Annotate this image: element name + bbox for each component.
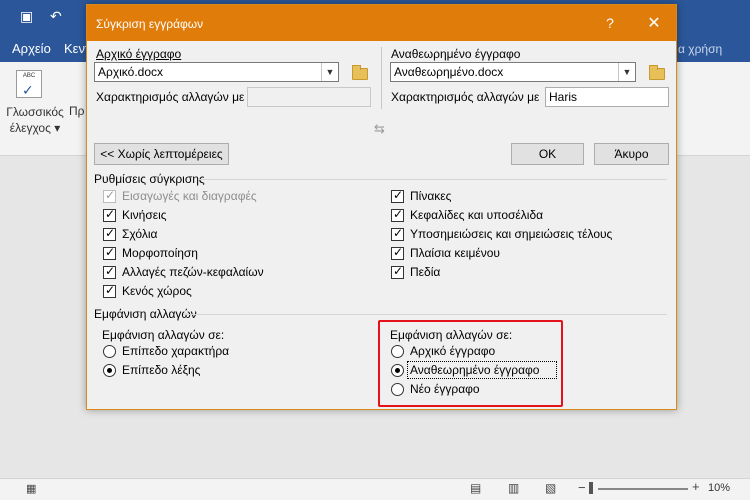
checkmark-icon: ✓ <box>105 188 116 202</box>
checkmark-icon: ✓ <box>393 207 404 221</box>
radio-label[interactable]: Επίπεδο χαρακτήρα <box>122 344 229 358</box>
zoom-out-icon[interactable]: − <box>578 480 586 495</box>
revised-label-changes-label: Χαρακτηρισμός αλλαγών με <box>391 90 540 104</box>
checkbox-label[interactable]: Μορφοποίηση <box>122 246 198 260</box>
checkbox[interactable]: ✓ <box>103 207 116 222</box>
checkbox-label[interactable]: Σχόλια <box>122 227 157 241</box>
checkmark-icon: ✓ <box>22 82 34 98</box>
read-mode-icon[interactable]: ▤ <box>470 481 481 495</box>
checkmark-icon: ✓ <box>105 226 116 240</box>
checkbox-label: Εισαγωγές και διαγραφές <box>122 189 257 203</box>
checkmark-icon: ✓ <box>393 226 404 240</box>
cancel-button[interactable]: Άκυρο <box>594 143 669 165</box>
revised-document-combo[interactable]: Αναθεωρημένο.docx ▼ <box>390 62 636 82</box>
checkbox[interactable]: ✓ <box>103 264 116 279</box>
print-layout-icon[interactable]: ▥ <box>508 481 519 495</box>
radio-button[interactable] <box>103 345 116 358</box>
checkbox-label[interactable]: Πεδία <box>410 265 440 279</box>
checkmark-icon: ✓ <box>393 264 404 278</box>
divider <box>199 179 667 180</box>
zoom-slider-thumb[interactable] <box>589 482 593 494</box>
spelling-grammar-button[interactable]: Γλωσσικός έλεγχος ▾ <box>4 104 66 136</box>
menu-file[interactable]: Αρχείο <box>12 41 51 56</box>
checkmark-icon: ✓ <box>393 188 404 202</box>
save-icon[interactable]: ▣ <box>20 8 33 25</box>
divider <box>183 314 667 315</box>
checkbox-label[interactable]: Πλαίσια κειμένου <box>410 246 500 260</box>
help-button[interactable]: ? <box>602 15 618 31</box>
checkbox[interactable]: ✓ <box>391 226 404 241</box>
checkbox-label[interactable]: Πίνακες <box>410 189 451 203</box>
checkmark-icon: ✓ <box>105 264 116 278</box>
original-document-value: Αρχικό.docx <box>98 65 164 79</box>
checkbox[interactable]: ✓ <box>103 245 116 260</box>
tell-me-box[interactable]: α χρήση <box>678 42 722 56</box>
checkbox-label[interactable]: Αλλαγές πεζών-κεφαλαίων <box>122 265 264 279</box>
spelling-grammar-label: Γλωσσικός έλεγχος <box>6 105 64 135</box>
ribbon-partial-label: Πρ <box>69 104 85 118</box>
less-details-button[interactable]: << Χωρίς λεπτομέρειες <box>94 143 229 165</box>
revised-document-label: Αναθεωρημένο έγγραφο <box>391 47 520 61</box>
ok-button[interactable]: OK <box>511 143 584 165</box>
checkbox-label[interactable]: Κενός χώρος <box>122 284 192 298</box>
zoom-level[interactable]: 10% <box>708 482 730 494</box>
zoom-slider-track[interactable] <box>598 488 688 490</box>
show-changes-level-label: Εμφάνιση αλλαγών σε: <box>102 328 225 342</box>
show-changes-title: Εμφάνιση αλλαγών <box>94 307 197 321</box>
undo-icon[interactable]: ↶ <box>50 8 62 25</box>
checkbox-label[interactable]: Κεφαλίδες και υποσέλιδα <box>410 208 543 222</box>
revised-label-changes-field[interactable]: Haris <box>545 87 669 107</box>
revised-document-label-text: Αναθεωρημένο έγγραφο <box>391 47 521 61</box>
chevron-down-icon[interactable]: ▼ <box>321 63 338 81</box>
original-document-combo[interactable]: Αρχικό.docx ▼ <box>94 62 339 82</box>
compare-documents-dialog: Σύγκριση εγγράφων ? ✕ Αρχικό έγγραφο Αρχ… <box>86 4 677 410</box>
checkbox: ✓ <box>103 188 116 203</box>
revised-document-value: Αναθεωρημένο.docx <box>394 65 504 79</box>
chevron-down-icon[interactable]: ▼ <box>618 63 635 81</box>
swap-documents-icon[interactable]: ⇆ <box>374 121 385 137</box>
checkmark-icon: ✓ <box>393 245 404 259</box>
macro-icon[interactable]: ▦ <box>26 482 36 495</box>
spelling-icon-text: ABC <box>22 73 36 79</box>
original-label-changes-label: Χαρακτηρισμός αλλαγών με <box>96 90 245 104</box>
highlight-box <box>378 320 563 407</box>
checkmark-icon: ✓ <box>105 283 116 297</box>
checkmark-icon: ✓ <box>105 245 116 259</box>
checkbox[interactable]: ✓ <box>103 283 116 298</box>
checkbox[interactable]: ✓ <box>391 264 404 279</box>
browse-folder-icon[interactable] <box>649 65 665 80</box>
browse-folder-icon[interactable] <box>352 65 368 80</box>
radio-dot <box>107 368 112 373</box>
radio-label[interactable]: Επίπεδο λέξης <box>122 363 200 377</box>
vertical-divider <box>381 47 382 109</box>
radio-button[interactable] <box>103 364 116 377</box>
zoom-in-icon[interactable]: + <box>692 479 700 494</box>
checkbox[interactable]: ✓ <box>391 188 404 203</box>
comparison-settings-title: Ρυθμίσεις σύγκρισης <box>94 172 205 186</box>
checkbox-label[interactable]: Κινήσεις <box>122 208 167 222</box>
checkbox-label[interactable]: Υποσημειώσεις και σημειώσεις τέλους <box>410 227 612 241</box>
checkbox[interactable]: ✓ <box>391 245 404 260</box>
dialog-title: Σύγκριση εγγράφων <box>96 17 204 31</box>
checkbox[interactable]: ✓ <box>103 226 116 241</box>
original-label-changes-field[interactable] <box>247 87 371 107</box>
web-layout-icon[interactable]: ▧ <box>545 481 556 495</box>
checkbox[interactable]: ✓ <box>391 207 404 222</box>
dialog-title-bar: Σύγκριση εγγράφων ? ✕ <box>87 5 676 41</box>
close-icon[interactable]: ✕ <box>645 13 663 33</box>
original-document-label: Αρχικό έγγραφο <box>96 47 182 61</box>
checkmark-icon: ✓ <box>105 207 116 221</box>
